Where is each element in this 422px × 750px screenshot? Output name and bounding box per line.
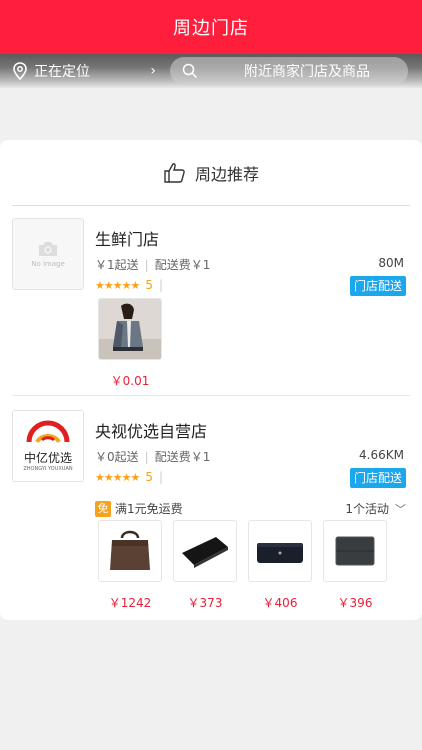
goods-item[interactable]: ￥396	[323, 520, 387, 611]
search-input[interactable]: 附近商家门店及商品	[170, 57, 408, 85]
search-icon	[182, 63, 198, 79]
product-image	[323, 520, 387, 582]
search-placeholder: 附近商家门店及商品	[244, 64, 370, 80]
location-label: 正在定位	[34, 64, 90, 80]
store-card[interactable]: 中亿优选 ZHONGYI YOUXUAN 央视优选自营店 ￥0起送 | 配送费￥1 …	[12, 410, 410, 610]
store-card[interactable]: No image 生鲜门店 ￥1起送 | 配送费￥1 80M ★★★★★ 5 | 门…	[12, 218, 410, 396]
delivery-fee: 配送费￥1	[154, 450, 211, 464]
section-header: 周边推荐	[12, 140, 410, 206]
goods-item[interactable]: ￥406	[248, 520, 312, 611]
camera-icon	[39, 242, 57, 256]
store-rating: ★★★★★ 5 |	[95, 278, 163, 292]
location-selector[interactable]: 正在定位 ›	[12, 54, 162, 88]
rating-score: 5	[145, 470, 153, 484]
recommend-card: 周边推荐 No image 生鲜门店 ￥1起送 | 配送费￥1 80M ★★★★★ …	[0, 140, 422, 620]
meta-separator: |	[144, 258, 149, 272]
goods-item[interactable]: ￥0.01	[98, 298, 162, 389]
chevron-right-icon: ›	[150, 63, 156, 79]
store-delivery-tag: 门店配送	[349, 468, 406, 488]
page-title: 周边门店	[173, 18, 249, 39]
delivery-fee: 配送费￥1	[154, 258, 211, 272]
star-rating-icons: ★★★★★	[95, 470, 140, 484]
free-shipping-badge: 免	[95, 500, 111, 517]
store-name[interactable]: 生鲜门店	[95, 226, 159, 250]
chevron-down-icon: ﹀	[395, 502, 406, 516]
product-image	[173, 520, 237, 582]
store-distance: 4.66KM	[359, 448, 404, 462]
promo-info: 免 满1元免运费	[95, 500, 183, 517]
product-price: ￥396	[337, 596, 373, 610]
meta-separator: |	[144, 450, 149, 464]
section-title: 周边推荐	[194, 164, 259, 184]
product-image	[248, 520, 312, 582]
store-logo-text: 中亿优选	[23, 451, 72, 465]
product-price: ￥1242	[108, 596, 152, 610]
min-order: ￥0起送	[95, 450, 139, 464]
thumbs-up-icon	[164, 162, 185, 183]
store-logo: 中亿优选 ZHONGYI YOUXUAN	[12, 410, 84, 482]
store-logo-subtext: ZHONGYI YOUXUAN	[23, 466, 73, 472]
header-bar: 周边门店	[0, 0, 422, 54]
product-image	[98, 298, 162, 360]
min-order: ￥1起送	[95, 258, 139, 272]
store-distance: 80M	[378, 256, 404, 270]
goods-item[interactable]: ￥373	[173, 520, 237, 611]
product-price: ￥406	[262, 596, 298, 610]
promo-text: 满1元免运费	[115, 502, 183, 516]
product-price: ￥0.01	[110, 374, 150, 388]
store-logo: No image	[12, 218, 84, 290]
location-pin-icon	[13, 62, 27, 80]
activity-count: 1个活动	[345, 502, 389, 516]
store-rating: ★★★★★ 5 |	[95, 470, 163, 484]
product-price: ￥373	[187, 596, 223, 610]
no-image-text: No image	[31, 260, 65, 268]
rating-separator: |	[158, 278, 163, 292]
goods-item[interactable]: ￥1242	[98, 520, 162, 611]
product-image	[98, 520, 162, 582]
activity-toggle[interactable]: 1个活动 ﹀	[345, 500, 406, 517]
store-name[interactable]: 央视优选自营店	[95, 418, 207, 442]
location-search-bar: 正在定位 › 附近商家门店及商品	[0, 54, 422, 88]
store-delivery-tag: 门店配送	[349, 276, 406, 296]
store-delivery-info: ￥0起送 | 配送费￥1	[95, 448, 210, 465]
store-delivery-info: ￥1起送 | 配送费￥1	[95, 256, 210, 273]
rating-separator: |	[158, 470, 163, 484]
store-brand-logo	[26, 420, 70, 444]
star-rating-icons: ★★★★★	[95, 278, 140, 292]
rating-score: 5	[145, 278, 153, 292]
